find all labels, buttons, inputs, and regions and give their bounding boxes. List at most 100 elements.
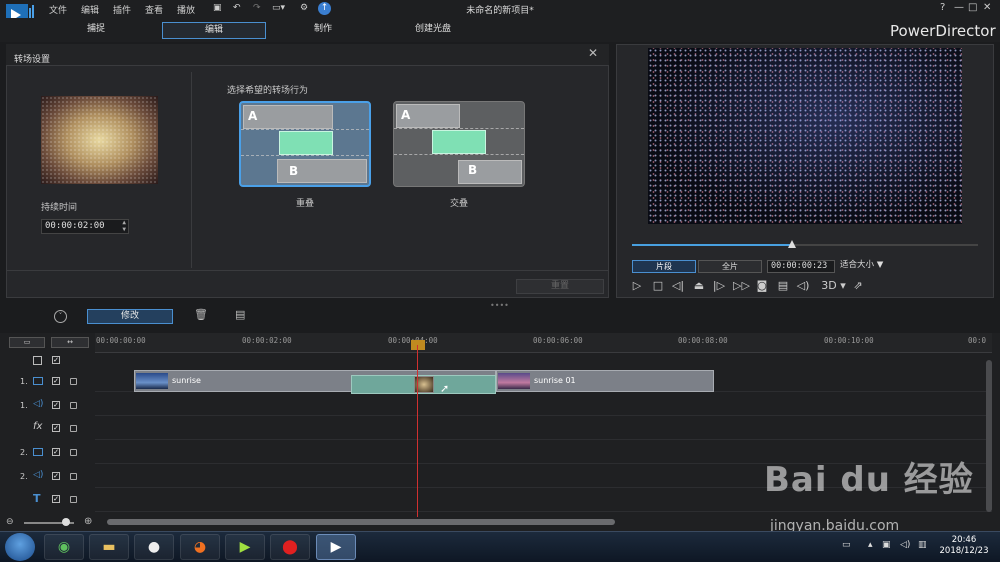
play-icon[interactable]: ▷ — [630, 279, 644, 293]
undock-icon[interactable]: ⇗ — [851, 279, 865, 293]
start-button-icon[interactable] — [5, 533, 35, 561]
properties-icon[interactable]: ▤ — [235, 308, 245, 321]
snapshot-icon[interactable]: ◙ — [755, 279, 769, 293]
option-overlap[interactable]: A B — [239, 101, 371, 187]
split-icon[interactable]: ⏏ — [692, 279, 706, 293]
select-all-checkbox[interactable] — [33, 356, 42, 365]
system-clock[interactable]: 20:46 2018/12/23 — [934, 535, 994, 557]
mode-bar — [0, 18, 1000, 42]
menu-edit[interactable]: 编辑 — [81, 3, 99, 16]
maximize-icon[interactable]: □ — [968, 2, 977, 13]
menu-file[interactable]: 文件 — [49, 3, 67, 16]
tab-create-disc[interactable]: 创建光盘 — [381, 22, 485, 39]
track-enable-checkbox[interactable]: ✓ — [52, 401, 60, 409]
network-icon[interactable]: ▥ — [918, 540, 927, 550]
chevron-down-icon[interactable]: ▾ — [836, 279, 850, 293]
volume-icon[interactable]: ◁) — [796, 279, 810, 293]
close-window-icon[interactable]: ✕ — [983, 2, 991, 13]
option-cross[interactable]: A B — [393, 101, 525, 187]
menu-play[interactable]: 播放 — [177, 3, 195, 16]
duration-input[interactable]: 00:00:02:00 ▲ ▼ — [41, 219, 129, 234]
clip-thumbnail — [498, 373, 530, 389]
playhead-handle[interactable] — [411, 340, 425, 350]
3d-label: 3D — [821, 279, 837, 292]
track-enable-checkbox[interactable]: ✓ — [52, 495, 60, 503]
zoom-slider-handle[interactable] — [62, 518, 70, 526]
tick-label: 00:00:00:00 — [96, 336, 146, 345]
lock-icon[interactable] — [70, 449, 77, 456]
settings-gear-icon[interactable]: ⚙ — [300, 3, 308, 13]
tick-label: 00:00:10:00 — [824, 336, 874, 345]
project-title: 未命名的新项目* — [466, 6, 534, 16]
save-icon[interactable]: ▣ — [213, 3, 222, 13]
clip-sunrise-01[interactable]: sunrise 01 — [496, 370, 714, 392]
next-frame-icon[interactable]: |▷ — [712, 279, 726, 293]
tray-arrow-icon[interactable]: ▴ — [868, 540, 873, 550]
keyboard-icon[interactable]: ▭ — [842, 540, 851, 550]
close-panel-icon[interactable]: ✕ — [588, 46, 598, 60]
track-enable-checkbox[interactable]: ✓ — [52, 472, 60, 480]
clip-thumbnail — [136, 373, 168, 389]
vertical-scrollbar[interactable] — [986, 360, 992, 512]
aspect-ratio-icon[interactable]: ▭▾ — [272, 3, 285, 13]
subtitle-icon[interactable]: ▤ — [776, 279, 790, 293]
scrub-handle[interactable] — [788, 240, 796, 248]
track-manager-icon[interactable]: ▭ — [9, 337, 45, 348]
tick-label: 00:00:06:00 — [533, 336, 583, 345]
horizontal-scrollbar[interactable] — [107, 519, 615, 525]
splitter-handle-icon[interactable]: •••• — [490, 301, 509, 310]
media-app-icon[interactable]: ▶ — [225, 534, 265, 560]
track-enable-checkbox[interactable]: ✓ — [52, 448, 60, 456]
help-icon[interactable]: ? — [940, 2, 945, 13]
stop-icon[interactable]: □ — [651, 279, 665, 293]
fit-size-dropdown[interactable]: 适合大小 ▼ — [840, 260, 900, 273]
fast-forward-icon[interactable]: ▷▷ — [733, 279, 750, 293]
expand-icon[interactable]: ˅ — [54, 310, 67, 323]
reset-button[interactable]: 重置 — [516, 279, 604, 294]
firefox-icon[interactable]: ◕ — [180, 534, 220, 560]
volume-tray-icon[interactable]: ◁) — [900, 540, 910, 550]
lock-icon[interactable] — [70, 378, 77, 385]
zoom-out-icon[interactable]: ⊖ — [6, 517, 14, 527]
modify-button[interactable]: 修改 — [87, 309, 173, 324]
minimize-icon[interactable]: — — [954, 2, 964, 13]
update-icon[interactable]: ↑ — [318, 2, 331, 15]
menu-view[interactable]: 查看 — [145, 3, 163, 16]
track-enable-checkbox[interactable]: ✓ — [52, 377, 60, 385]
preview-video — [648, 48, 962, 224]
lock-icon[interactable] — [70, 425, 77, 432]
track-row-fx — [95, 418, 992, 440]
lock-icon[interactable] — [70, 473, 77, 480]
track-a-label: A — [401, 108, 411, 122]
tab-clip-mode[interactable]: 片段 — [632, 260, 696, 273]
redo-icon[interactable]: ↷ — [253, 3, 261, 13]
menu-plugins[interactable]: 插件 — [113, 3, 131, 16]
duration-label: 持续时间 — [41, 203, 78, 213]
zoom-in-icon[interactable]: ⊕ — [84, 516, 92, 527]
spinner-arrows-icon[interactable]: ▲ ▼ — [122, 219, 126, 233]
panel-title: 转场设置 — [14, 55, 51, 65]
audio-track-icon: ◁) — [33, 399, 44, 409]
transition-thumbnail — [41, 96, 158, 184]
explorer-folder-icon[interactable]: ▬ — [89, 534, 129, 560]
enable-all-checkbox[interactable]: ✓ — [52, 356, 60, 364]
tab-capture[interactable]: 捕捉 — [44, 22, 148, 39]
undo-icon[interactable]: ↶ — [233, 3, 241, 13]
lock-icon[interactable] — [70, 496, 77, 503]
tab-produce[interactable]: 制作 — [271, 22, 375, 39]
lock-icon[interactable] — [70, 402, 77, 409]
record-icon[interactable]: ⬤ — [270, 534, 310, 560]
track-enable-checkbox[interactable]: ✓ — [52, 424, 60, 432]
powerdirector-task-icon[interactable]: ▶ — [316, 534, 356, 560]
fit-timeline-icon[interactable]: ↔ — [51, 337, 89, 348]
clip-label: sunrise — [172, 376, 201, 385]
tab-movie-mode[interactable]: 全片 — [698, 260, 762, 273]
security-icon[interactable]: ▣ — [882, 540, 891, 550]
trash-icon[interactable]: 🗑 — [194, 308, 208, 321]
prev-frame-icon[interactable]: ◁| — [671, 279, 685, 293]
tab-edit[interactable]: 编辑 — [162, 22, 266, 39]
app-360-icon[interactable]: ◉ — [44, 534, 84, 560]
preview-timecode[interactable]: 00:00:00:23 — [767, 260, 835, 273]
track-number: 2. — [20, 472, 28, 481]
qq-icon[interactable]: ● — [134, 534, 174, 560]
